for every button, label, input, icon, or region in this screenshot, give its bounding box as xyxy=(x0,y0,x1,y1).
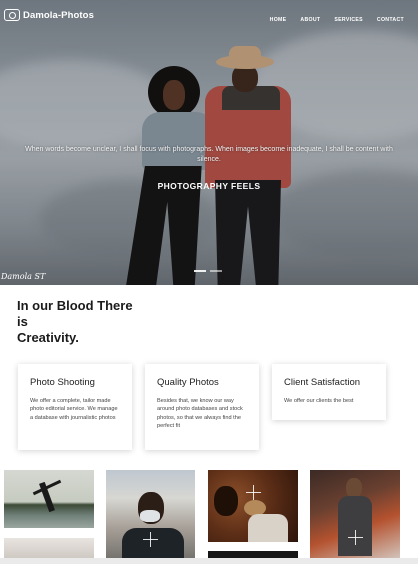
feature-card-client-satisfaction: Client Satisfaction We offer our clients… xyxy=(272,364,386,420)
about-heading-line-2: is xyxy=(17,314,28,329)
camera-icon xyxy=(4,9,20,21)
slide-indicator-1[interactable] xyxy=(194,270,206,272)
feature-card-text: We offer our clients the best xyxy=(284,398,354,404)
feature-card-title: Quality Photos xyxy=(157,377,219,388)
plus-icon xyxy=(246,485,261,500)
feature-card-text: Besides that, we know our way around pho… xyxy=(157,398,243,430)
figure-body xyxy=(338,496,372,556)
hero-banner: Damola-Photos HOME ABOUT SERVICES CONTAC… xyxy=(0,0,418,285)
figure-mask xyxy=(140,510,160,522)
about-heading: In our Blood There is Creativity. xyxy=(17,298,147,346)
nav-services[interactable]: SERVICES xyxy=(334,17,363,23)
hero-overlay xyxy=(0,0,418,285)
nav-about[interactable]: ABOUT xyxy=(300,17,320,23)
nav-links: HOME ABOUT SERVICES CONTACT xyxy=(270,17,404,23)
plus-icon xyxy=(143,532,158,547)
gallery-photo-child[interactable] xyxy=(310,470,400,564)
brand-name: Damola-Photos xyxy=(23,9,94,21)
feature-card-title: Photo Shooting xyxy=(30,377,95,388)
plus-icon xyxy=(348,530,363,545)
photo-gallery xyxy=(0,470,418,564)
gallery-photo-lake-pose[interactable] xyxy=(4,470,94,528)
gallery-photo-masked-man[interactable] xyxy=(106,470,195,564)
top-navigation: Damola-Photos HOME ABOUT SERVICES CONTAC… xyxy=(0,0,418,36)
feature-card-title: Client Satisfaction xyxy=(284,377,361,388)
about-heading-line-3: Creativity. xyxy=(17,330,79,345)
gallery-photo-portrait[interactable] xyxy=(208,470,298,542)
feature-card-text: We offer a complete, tailor made photo e… xyxy=(30,398,118,421)
feature-card-quality-photos: Quality Photos Besides that, we know our… xyxy=(145,364,259,450)
hero-title: PHOTOGRAPHY FEELS xyxy=(157,181,261,191)
figure-head xyxy=(346,478,362,498)
slider-dots xyxy=(194,270,222,272)
about-heading-line-1: In our Blood There xyxy=(17,298,133,313)
nav-home[interactable]: HOME xyxy=(270,17,287,23)
nav-contact[interactable]: CONTACT xyxy=(377,17,404,23)
figure-head xyxy=(214,486,238,516)
slide-indicator-2[interactable] xyxy=(210,270,222,272)
hero-caption: When words become unclear, I shall focus… xyxy=(25,146,393,163)
page-bottom-edge xyxy=(0,558,418,564)
feature-card-photo-shooting: Photo Shooting We offer a complete, tail… xyxy=(18,364,132,450)
brand-logo[interactable]: Damola-Photos xyxy=(4,9,94,21)
photographer-signature: Damola ST xyxy=(1,272,46,281)
figure-body xyxy=(248,514,288,542)
